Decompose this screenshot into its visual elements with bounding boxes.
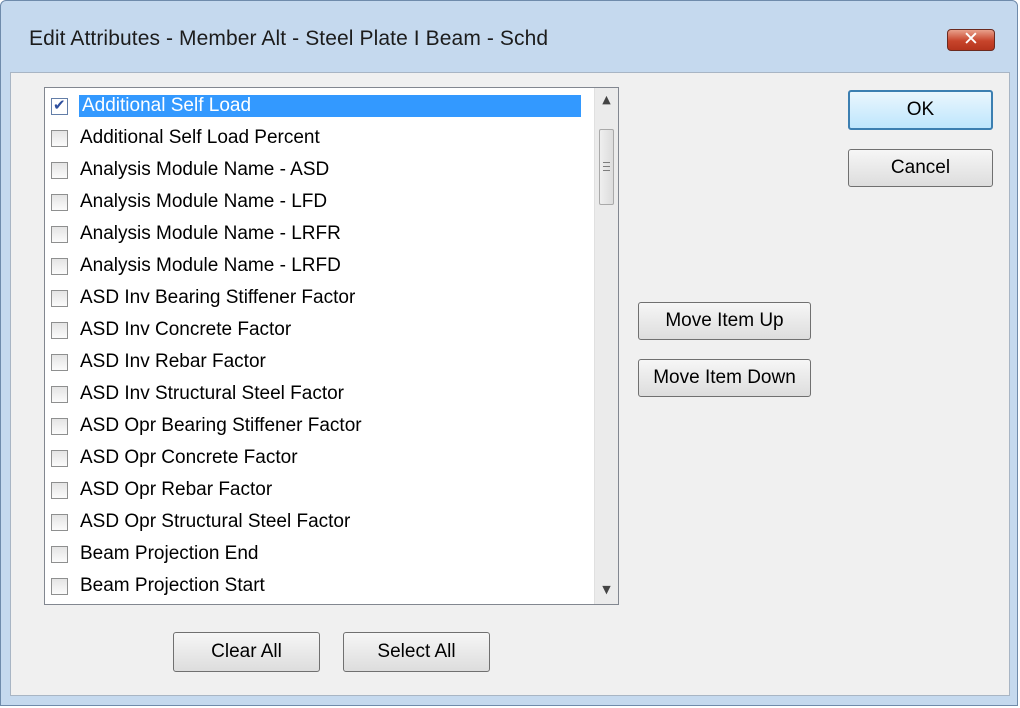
checklist-item[interactable]: ASD Inv Rebar Factor [45, 346, 593, 378]
checklist-item[interactable]: Beam Projection End [45, 538, 593, 570]
checklist-item[interactable]: ASD Opr Concrete Factor [45, 442, 593, 474]
checklist-item[interactable]: Analysis Module Name - LFD [45, 186, 593, 218]
thumb-grip-line [603, 166, 610, 167]
select-all-button[interactable]: Select All [343, 632, 490, 672]
item-label: Additional Self Load [79, 95, 581, 117]
move-item-down-button[interactable]: Move Item Down [638, 359, 811, 397]
item-label: Analysis Module Name - LFD [80, 191, 328, 212]
item-checkbox[interactable] [51, 258, 68, 275]
checklist-item[interactable]: ✔ Additional Self Load [45, 90, 593, 122]
item-label: ASD Inv Rebar Factor [80, 351, 266, 372]
dialog-title: Edit Attributes - Member Alt - Steel Pla… [29, 27, 549, 50]
checklist-item[interactable]: ASD Opr Bearing Stiffener Factor [45, 410, 593, 442]
item-label: ASD Inv Bearing Stiffener Factor [80, 287, 356, 308]
item-label: Beam Projection End [80, 543, 259, 564]
edit-attributes-dialog: Edit Attributes - Member Alt - Steel Pla… [0, 0, 1018, 706]
checklist-item[interactable]: ASD Inv Concrete Factor [45, 314, 593, 346]
checklist-item[interactable]: Beam Projection Start [45, 570, 593, 602]
item-checkbox[interactable] [51, 162, 68, 179]
scroll-down-arrow-icon[interactable]: ▼ [595, 578, 618, 602]
checklist-item[interactable]: ASD Opr Structural Steel Factor [45, 506, 593, 538]
checklist-item[interactable]: ASD Opr Rebar Factor [45, 474, 593, 506]
checklist-item[interactable]: Additional Self Load Percent [45, 122, 593, 154]
item-checkbox[interactable] [51, 450, 68, 467]
ok-button[interactable]: OK [848, 90, 993, 130]
checklist-item[interactable]: Analysis Module Name - ASD [45, 154, 593, 186]
thumb-grip-line [603, 162, 610, 163]
checklist-item[interactable]: Analysis Module Name - LRFD [45, 250, 593, 282]
move-item-up-button[interactable]: Move Item Up [638, 302, 811, 340]
item-checkbox[interactable] [51, 354, 68, 371]
item-checkbox[interactable] [51, 290, 68, 307]
item-label: ASD Opr Structural Steel Factor [80, 511, 351, 532]
item-label: ASD Inv Structural Steel Factor [80, 383, 344, 404]
item-checkbox[interactable] [51, 322, 68, 339]
item-label: ASD Inv Concrete Factor [80, 319, 292, 340]
checkmark-icon: ✔ [53, 96, 66, 114]
item-checkbox[interactable] [51, 578, 68, 595]
clear-all-button[interactable]: Clear All [173, 632, 320, 672]
attributes-checklist[interactable]: ✔ Additional Self Load Additional Self Loa… [44, 87, 619, 605]
dialog-body: ✔ Additional Self Load Additional Self Loa… [10, 72, 1010, 696]
item-checkbox[interactable] [51, 514, 68, 531]
item-checkbox[interactable] [51, 546, 68, 563]
scroll-thumb[interactable] [599, 129, 614, 205]
item-checkbox[interactable] [51, 194, 68, 211]
item-label: Analysis Module Name - LRFD [80, 255, 341, 276]
item-label: ASD Opr Concrete Factor [80, 447, 298, 468]
item-checkbox[interactable]: ✔ [51, 96, 68, 115]
item-label: ASD Opr Bearing Stiffener Factor [80, 415, 362, 436]
vertical-scrollbar[interactable]: ▲ ▼ [594, 88, 618, 604]
item-checkbox[interactable] [51, 130, 68, 147]
item-checkbox[interactable] [51, 418, 68, 435]
item-label: ASD Opr Rebar Factor [80, 479, 273, 500]
item-checkbox[interactable] [51, 386, 68, 403]
checklist-item[interactable]: ASD Inv Structural Steel Factor [45, 378, 593, 410]
item-label: Beam Projection Start [80, 575, 265, 596]
scroll-up-arrow-icon[interactable]: ▲ [595, 88, 618, 112]
close-button[interactable]: ✕ [947, 28, 995, 51]
item-checkbox[interactable] [51, 482, 68, 499]
close-icon: ✕ [963, 28, 979, 50]
item-label: Analysis Module Name - LRFR [80, 223, 341, 244]
item-label: Analysis Module Name - ASD [80, 159, 330, 180]
item-label: Additional Self Load Percent [80, 127, 320, 148]
checklist-item[interactable]: Analysis Module Name - LRFR [45, 218, 593, 250]
item-checkbox[interactable] [51, 226, 68, 243]
thumb-grip-line [603, 170, 610, 171]
checklist-item[interactable]: ASD Inv Bearing Stiffener Factor [45, 282, 593, 314]
cancel-button[interactable]: Cancel [848, 149, 993, 187]
